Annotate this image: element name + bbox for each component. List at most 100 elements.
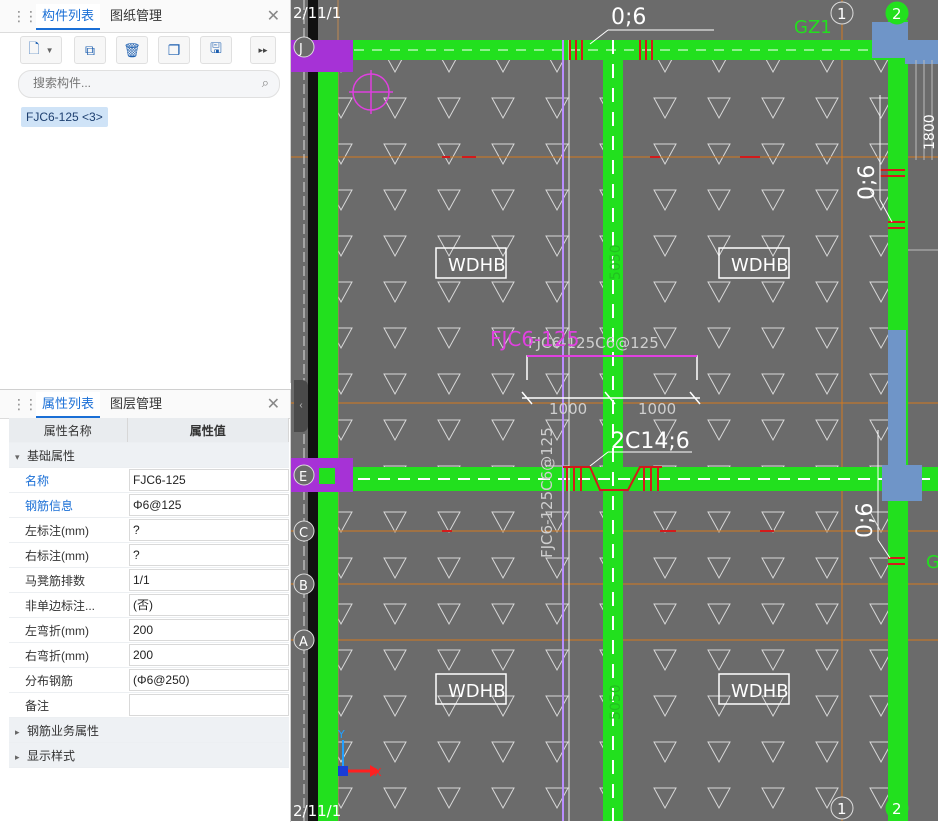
table-row: 分布钢筋 (Φ6@250) xyxy=(9,667,289,693)
group-label: 钢筋业务属性 xyxy=(27,723,100,738)
axis-label-top-left: 2/11/1 xyxy=(293,4,341,22)
slab-label-1: WDHB xyxy=(448,255,506,276)
property-value-field[interactable]: ? xyxy=(129,544,289,566)
property-name: 马凳筋排数 xyxy=(9,567,127,593)
table-row: 左标注(mm)? xyxy=(9,517,289,543)
property-table: 属性名称 属性值 ▾ 基础属性 名称 FJC6-125 钢筋信息 Φ6@125 左标注… xyxy=(9,418,289,768)
property-value-field[interactable]: 200 xyxy=(129,619,289,641)
slab-label-4: WDHB xyxy=(731,681,789,702)
left-wall xyxy=(308,0,318,821)
property-name: 右标注(mm) xyxy=(9,542,127,568)
slab-label-3: WDHB xyxy=(448,681,506,702)
table-row: 非单边标注... (否) xyxy=(9,592,289,618)
component-search: ⌕ xyxy=(18,70,280,98)
property-name: 备注 xyxy=(9,692,127,718)
axis-label-A: A xyxy=(299,635,308,650)
dim-label-left: 1000 xyxy=(549,400,587,418)
dim-label-5050-top: 5050 xyxy=(608,244,624,280)
table-row: 左弯折(mm) 200 xyxy=(9,617,289,643)
new-component-button[interactable]: 🗋 ▼ xyxy=(20,36,62,64)
dim-label-right: 1000 xyxy=(638,400,676,418)
axis-label-bottom-left: 2/11/1 xyxy=(293,802,341,820)
tab-drawing-management[interactable]: 图纸管理 xyxy=(104,4,168,28)
column-label-gz1: GZ1 xyxy=(794,17,832,38)
property-value-field[interactable]: (否) xyxy=(129,594,289,616)
fjc-vertical-label: FJC6-125C6@125 xyxy=(538,427,556,558)
caret-right-icon: ▸ xyxy=(15,751,20,762)
caret-right-icon: ▸ xyxy=(15,726,20,737)
beam-label-06-right-top: 0;6 xyxy=(855,165,880,200)
slab-label-2: WDHB xyxy=(731,255,789,276)
right-wall-outline xyxy=(908,60,938,251)
property-name: 名称 xyxy=(9,467,127,493)
tab-property-list[interactable]: 属性列表 xyxy=(36,392,101,418)
green-node xyxy=(319,468,335,484)
trash-icon: 🗑 xyxy=(123,41,141,58)
drag-grip-icon[interactable]: ⋮⋮ xyxy=(12,9,38,23)
property-value-field[interactable]: (Φ6@250) xyxy=(129,669,289,691)
close-icon[interactable]: ✕ xyxy=(267,394,280,414)
property-name: 左弯折(mm) xyxy=(9,617,127,643)
table-row: 右标注(mm)? xyxy=(9,542,289,568)
dim-label-5050-bottom: 5050 xyxy=(608,684,624,720)
chevron-down-icon: ▼ xyxy=(45,45,54,55)
axis-label-B: B xyxy=(299,579,308,594)
copy-component-button[interactable]: ⧉ xyxy=(74,36,106,64)
beam-label-06-top: 0;6 xyxy=(611,5,646,30)
table-row: 钢筋信息 Φ6@125 xyxy=(9,492,289,518)
component-list-panel: ⋮⋮ 构件列表 图纸管理 ✕ 🗋▼ ⧉ 🗑 ❐ 🖫 ▸▸ ⌕ FJC6-125 … xyxy=(0,0,291,383)
search-input[interactable] xyxy=(31,75,255,91)
axis-x-label: X xyxy=(374,766,382,779)
axis-label-E: E xyxy=(299,470,307,485)
axis-label-2-bottom: 2 xyxy=(892,800,902,818)
property-name: 非单边标注... xyxy=(9,592,127,618)
duplicate-layer-button[interactable]: ❐ xyxy=(158,36,190,64)
column-header-value: 属性值 xyxy=(127,418,289,443)
dim-label-1800: 1800 xyxy=(922,114,938,150)
column-label-g: G xyxy=(926,552,938,573)
table-row: 备注 xyxy=(9,692,289,718)
group-label: 基础属性 xyxy=(27,448,76,463)
property-name: 分布钢筋 xyxy=(9,667,127,693)
group-label: 显示样式 xyxy=(27,748,76,763)
property-name: 钢筋信息 xyxy=(9,492,127,518)
axis-label-C: C xyxy=(299,526,308,541)
double-chevron-right-icon: ▸▸ xyxy=(258,44,268,55)
save-icon: 🖫 xyxy=(210,40,222,56)
panel-collapse-handle[interactable]: ‹ xyxy=(294,380,308,432)
property-name: 左标注(mm) xyxy=(9,517,127,543)
group-display-style[interactable]: ▸ 显示样式 xyxy=(9,742,289,768)
table-row: 马凳筋排数 1/1 xyxy=(9,567,289,593)
copy-icon: ⧉ xyxy=(85,41,95,58)
beam-label-2c14: 2C14;6 xyxy=(611,429,690,454)
tab-component-list[interactable]: 构件列表 xyxy=(36,4,101,30)
caret-down-icon: ▾ xyxy=(15,451,20,462)
axis-label-1-top: 1 xyxy=(837,5,847,23)
tab-layer-management[interactable]: 图层管理 xyxy=(104,392,168,416)
fjc-magenta-label: FJC6-125 xyxy=(490,327,579,351)
property-value-field[interactable]: 1/1 xyxy=(129,569,289,591)
layers-copy-icon: ❐ xyxy=(167,41,181,58)
axis-label-J: J xyxy=(298,42,303,57)
delete-component-button[interactable]: 🗑 xyxy=(116,36,148,64)
property-value-field[interactable]: Φ6@125 xyxy=(129,494,289,516)
close-icon[interactable]: ✕ xyxy=(267,6,280,26)
search-icon[interactable]: ⌕ xyxy=(262,75,269,91)
new-file-icon: 🗋 xyxy=(28,40,40,56)
more-button[interactable]: ▸▸ xyxy=(250,36,276,64)
save-component-button[interactable]: 🖫 xyxy=(200,36,232,64)
property-panel-tabbar: ⋮⋮ 属性列表 图层管理 ✕ xyxy=(0,390,290,419)
table-row: 名称 FJC6-125 xyxy=(9,467,289,493)
axis-y-label: Y xyxy=(337,728,345,741)
table-row: 右弯折(mm) 200 xyxy=(9,642,289,668)
component-item[interactable]: FJC6-125 <3> xyxy=(21,107,108,127)
property-value-field[interactable]: FJC6-125 xyxy=(129,469,289,491)
group-basic-properties[interactable]: ▾ 基础属性 xyxy=(9,442,289,468)
drag-grip-icon[interactable]: ⋮⋮ xyxy=(12,397,38,411)
property-value-field[interactable]: ? xyxy=(129,519,289,541)
drawing-canvas[interactable]: 2/11/1 2/11/1 1 2 1 2 J E C B A 0;6 0;6 … xyxy=(291,0,938,821)
group-rebar-properties[interactable]: ▸ 钢筋业务属性 xyxy=(9,717,289,743)
property-name: 右弯折(mm) xyxy=(9,642,127,668)
property-value-field[interactable] xyxy=(129,694,289,716)
property-value-field[interactable]: 200 xyxy=(129,644,289,666)
